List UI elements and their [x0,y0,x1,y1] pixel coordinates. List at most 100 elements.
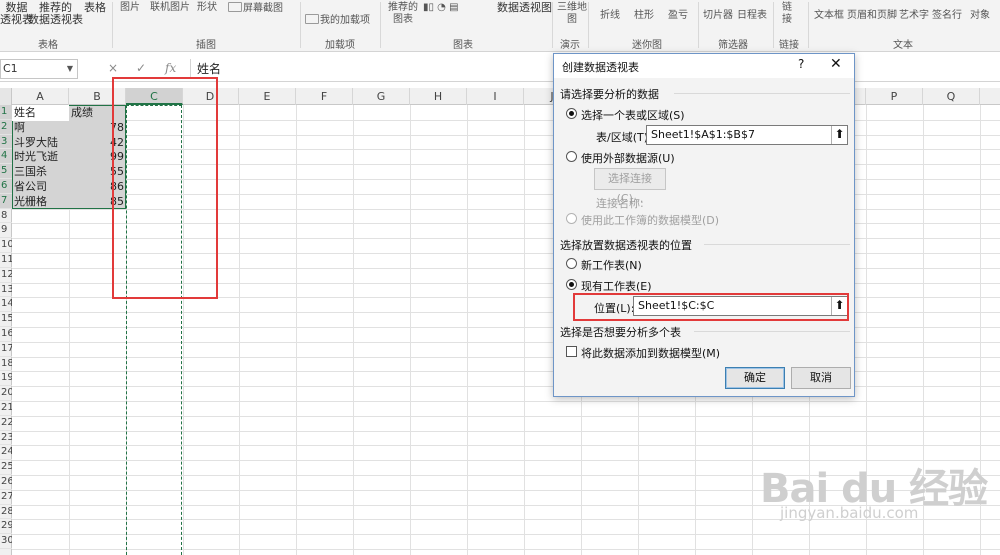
link-button[interactable]: 链接 [782,2,792,26]
row-header-4[interactable]: 4 [0,149,12,165]
create-pivot-table-dialog: 创建数据透视表 ? ✕ 请选择要分析的数据 选择一个表或区域(S) 表/区域(T… [553,53,855,397]
row-header-24[interactable]: 24 [0,445,12,461]
connection-name-label: 连接名称: [596,197,644,210]
radio-existing-sheet[interactable] [566,279,577,290]
ribbon-separator [300,2,301,48]
row-header-18[interactable]: 18 [0,357,12,372]
row-header-9[interactable]: 9 [0,223,12,239]
table-range-input[interactable]: Sheet1!$A$1:$B$7 ⬆ [646,125,848,145]
row-header-23[interactable]: 23 [0,431,12,446]
row-header-15[interactable]: 15 [0,312,12,327]
row-header-20[interactable]: 20 [0,386,12,401]
group-label-tours: 演示 [560,40,580,51]
pivot-chart-button[interactable]: 数据透视图 [497,2,552,14]
textbox-button[interactable]: 文本框 [814,10,844,22]
row-header-2[interactable]: 2 [0,119,12,135]
radio-data-model[interactable] [566,213,577,224]
cell-a4[interactable]: 时光飞逝 [14,149,67,164]
row-header-19[interactable]: 19 [0,371,12,387]
sparkline-column-button[interactable]: 柱形 [634,10,654,22]
row-header-17[interactable]: 17 [0,342,12,357]
select-all-corner[interactable] [0,88,12,105]
row-header-13[interactable]: 13 [0,283,12,298]
sparkline-line-button[interactable]: 折线 [600,10,620,22]
row-header-1[interactable]: 1 [0,105,12,120]
choose-connection-button[interactable]: 选择连接(C)... [594,168,666,205]
radio-external-source-label[interactable]: 使用外部数据源(U) [581,150,675,166]
cell-a7[interactable]: 光栅格 [14,194,67,209]
recommended-charts-button[interactable]: 推荐的 图表 [388,2,418,26]
name-box[interactable]: C1 ▼ [0,59,78,79]
help-icon[interactable]: ? [798,57,804,71]
table-button[interactable]: 表格 [84,2,106,14]
cell-a6[interactable]: 省公司 [14,179,67,194]
column-header-r[interactable]: R [980,88,1000,105]
row-header-29[interactable]: 29 [0,519,12,535]
ribbon-separator [698,2,699,48]
recommended-pivot-button[interactable]: 推荐的 数据透视表 [28,2,83,26]
chart-types-icon[interactable]: ▮▯ ◔ ▤ [423,2,459,14]
add-to-data-model-checkbox[interactable] [566,346,577,357]
section-divider [694,331,850,332]
cancel-icon[interactable]: × [108,61,118,75]
column-header-p[interactable]: P [866,88,923,105]
radio-existing-sheet-label[interactable]: 现有工作表(E) [581,278,652,294]
cell-a3[interactable]: 斗罗大陆 [14,135,67,150]
radio-select-range-label[interactable]: 选择一个表或区域(S) [581,107,685,123]
row-header-27[interactable]: 27 [0,490,12,505]
row-header-12[interactable]: 12 [0,268,12,283]
radio-external-source[interactable] [566,151,577,162]
row-header-26[interactable]: 26 [0,475,12,490]
add-to-data-model-label[interactable]: 将此数据添加到数据模型(M) [581,345,720,361]
row-header-5[interactable]: 5 [0,164,12,179]
row-header-28[interactable]: 28 [0,505,12,520]
group-label-addins: 加载项 [325,40,355,51]
object-button[interactable]: 对象 [970,10,990,22]
row-header-14[interactable]: 14 [0,297,12,313]
slicer-button[interactable]: 切片器 [703,10,733,22]
online-picture-button[interactable]: 联机图片 [150,2,190,14]
radio-new-sheet[interactable] [566,258,577,269]
row-header-7[interactable]: 7 [0,193,12,209]
cancel-button[interactable]: 取消 [791,367,851,389]
row-header-3[interactable]: 3 [0,134,12,150]
radio-data-model-label[interactable]: 使用此工作簿的数据模型(D) [581,212,719,228]
column-header-h[interactable]: H [410,88,467,105]
sparkline-winloss-button[interactable]: 盈亏 [668,10,688,22]
my-addins-button[interactable]: 我的加载项 [305,14,370,27]
radio-select-range[interactable] [566,108,577,119]
signature-button[interactable]: 签名行 [932,10,962,22]
screenshot-button[interactable]: 屏幕截图 [228,2,283,15]
column-header-e[interactable]: E [239,88,296,105]
cell-a5[interactable]: 三国杀 [14,164,67,179]
insert-function-icon[interactable]: fx [165,61,176,75]
radio-new-sheet-label[interactable]: 新工作表(N) [581,257,642,273]
column-header-g[interactable]: G [353,88,410,105]
row-header-8[interactable]: 8 [0,209,12,224]
row-header-25[interactable]: 25 [0,460,12,475]
close-icon[interactable]: ✕ [830,56,842,72]
wordart-button[interactable]: 艺术字 [899,10,929,22]
cell-a1[interactable]: 姓名 [14,105,67,120]
header-footer-button[interactable]: 页眉和页脚 [847,10,897,22]
column-header-q[interactable]: Q [923,88,980,105]
cell-a2[interactable]: 啊 [14,120,67,135]
column-header-f[interactable]: F [296,88,353,105]
row-header-30[interactable]: 30 [0,534,12,549]
row-header-11[interactable]: 11 [0,253,12,268]
column-header-a[interactable]: A [12,88,69,105]
column-header-i[interactable]: I [467,88,524,105]
row-header-21[interactable]: 21 [0,401,12,416]
row-header-16[interactable]: 16 [0,327,12,342]
ok-button[interactable]: 确定 [725,367,785,389]
row-header-22[interactable]: 22 [0,416,12,431]
enter-icon[interactable]: ✓ [136,61,146,75]
row-header-6[interactable]: 6 [0,179,12,194]
picture-button[interactable]: 图片 [120,2,140,14]
collapse-range-icon[interactable]: ⬆ [831,126,847,144]
shapes-button[interactable]: 形状 [197,2,217,14]
3d-map-button[interactable]: 三维地图 [557,2,587,26]
row-header-10[interactable]: 10 [0,238,12,253]
chevron-down-icon[interactable]: ▼ [67,60,73,78]
timeline-button[interactable]: 日程表 [737,10,767,22]
